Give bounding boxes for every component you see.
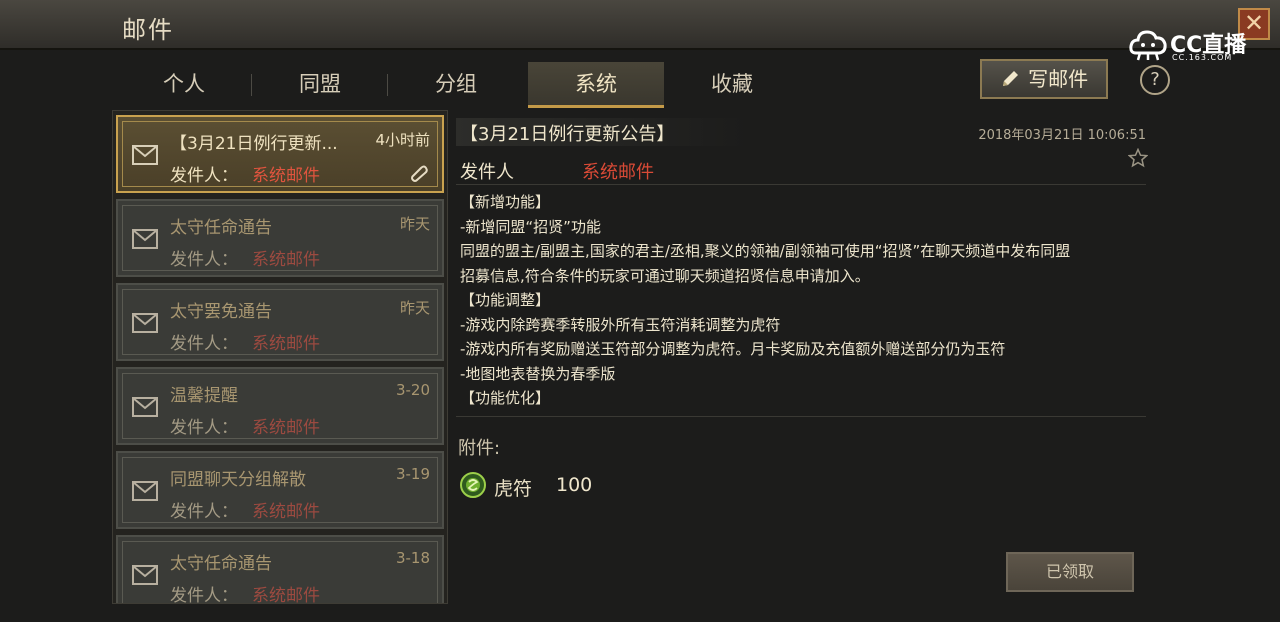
content-line: -新增同盟“招贤”功能 [460,217,601,236]
attachment-label: 附件: [458,438,501,459]
mail-sender: 系统邮件 [252,418,320,438]
mail-content[interactable]: 【新增功能】 -新增同盟“招贤”功能 同盟的盟主/副盟主,国家的君主/丞相,聚义… [460,190,1150,410]
mail-item[interactable]: 同盟聊天分组解散 3-19 发件人： 系统邮件 [116,451,444,529]
divider [456,416,1146,417]
mail-subject: 太守任命通告 [170,554,272,574]
mail-subject: 太守任命通告 [170,218,272,238]
pencil-icon [1002,71,1018,86]
mail-sender: 系统邮件 [252,250,320,270]
page-title: 邮件 [122,16,174,44]
watermark-url: CC.163.COM [1172,53,1233,62]
mail-time: 3-18 [395,549,430,567]
detail-title: 【3月21日例行更新公告】 [460,124,675,145]
tab-group[interactable]: 分组 [388,62,524,108]
envelope-icon [132,397,158,417]
mail-subject: 【3月21日例行更新... [170,134,338,154]
mail-sender: 系统邮件 [252,502,320,522]
watermark: CC直播 CC.163.COM [1128,25,1258,65]
attachment-quantity: 100 [556,474,593,496]
mail-subject: 同盟聊天分组解散 [170,470,306,490]
mail-time: 昨天 [399,299,430,317]
tiger-tally-icon [460,472,486,498]
title-bar: 邮件 [0,0,1280,50]
content-line: -游戏内除跨赛季转服外所有玉符消耗调整为虎符 [460,315,781,334]
mail-sender: 系统邮件 [252,334,320,354]
cc-logo-icon [1129,30,1167,61]
mail-sender-label: 发件人： [170,418,238,438]
detail-date: 2018年03月21日 10:06:51 [978,128,1146,143]
mail-tabs: 个人 同盟 分组 系统 收藏 [116,62,753,108]
content-line: -地图地表替换为春季版 [460,364,616,383]
mail-subject: 温馨提醒 [170,386,238,406]
mail-detail: 【3月21日例行更新公告】 2018年03月21日 10:06:51 发件人 系… [456,112,1156,612]
mail-list[interactable]: 【3月21日例行更新... 4小时前 发件人： 系统邮件 太守任命通告 昨天 发… [112,110,448,604]
tab-personal[interactable]: 个人 [116,62,252,108]
write-mail-button[interactable]: 写邮件 [980,59,1108,99]
mail-sender-label: 发件人： [170,586,238,604]
mail-item[interactable]: 太守任命通告 昨天 发件人： 系统邮件 [116,199,444,277]
divider [456,184,1146,185]
tab-favorites[interactable]: 收藏 [664,62,800,108]
content-line: 【功能优化】 [460,389,551,407]
tab-system[interactable]: 系统 [528,62,664,108]
help-button[interactable]: ? [1140,65,1170,95]
claimed-button[interactable]: 已领取 [1006,552,1134,592]
content-line: 招募信息,符合条件的玩家可通过聊天频道招贤信息申请加入。 [460,266,870,285]
mail-sender-label: 发件人： [170,502,238,522]
attachment-name: 虎符 [494,478,533,500]
mail-time: 昨天 [399,215,430,233]
attachment-clip-icon [411,165,428,182]
envelope-icon [132,229,158,249]
favorite-star-icon[interactable] [1128,148,1148,168]
content-line: 【新增功能】 [460,193,551,211]
envelope-icon [132,145,158,165]
mail-sender-label: 发件人： [170,166,238,186]
mail-item[interactable]: 太守任命通告 3-18 发件人： 系统邮件 [116,535,444,604]
envelope-icon [132,481,158,501]
content-line: 同盟的盟主/副盟主,国家的君主/丞相,聚义的领袖/副领袖可使用“招贤”在聊天频道… [460,242,1071,260]
mail-subject: 太守罢免通告 [170,302,272,322]
help-icon: ? [1150,69,1160,90]
mail-time: 4小时前 [375,131,430,149]
envelope-icon [132,565,158,585]
mail-item[interactable]: 温馨提醒 3-20 发件人： 系统邮件 [116,367,444,445]
mail-sender: 系统邮件 [252,166,320,186]
mail-time: 3-19 [395,465,430,483]
mail-sender: 系统邮件 [252,586,320,604]
mail-item[interactable]: 【3月21日例行更新... 4小时前 发件人： 系统邮件 [116,115,444,193]
mail-sender-label: 发件人： [170,250,238,270]
mail-item[interactable]: 太守罢免通告 昨天 发件人： 系统邮件 [116,283,444,361]
content-line: -游戏内所有奖励赠送玉符部分调整为虎符。月卡奖励及充值额外赠送部分仍为玉符 [460,340,1006,358]
detail-sender-label: 发件人 [460,162,514,183]
envelope-icon [132,313,158,333]
tab-alliance[interactable]: 同盟 [252,62,388,108]
mail-sender-label: 发件人： [170,334,238,354]
write-mail-label: 写邮件 [1028,67,1089,91]
detail-sender: 系统邮件 [582,162,654,183]
content-line: 【功能调整】 [460,291,551,309]
mail-time: 3-20 [395,381,430,399]
